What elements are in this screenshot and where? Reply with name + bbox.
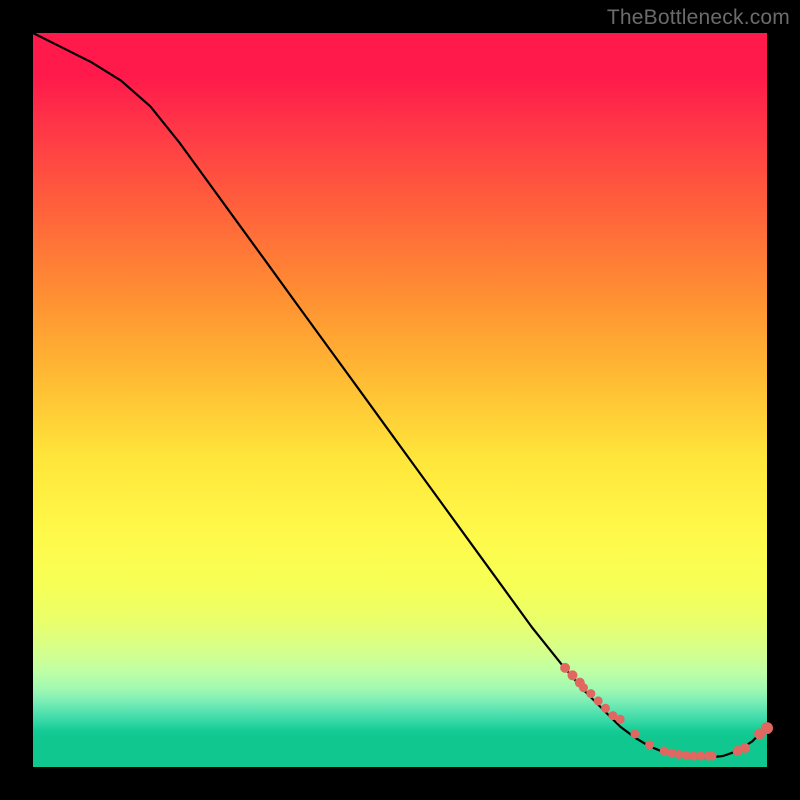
watermark-text: TheBottleneck.com — [607, 6, 790, 30]
dot — [630, 730, 639, 739]
plot-area — [33, 33, 767, 767]
chart-frame: TheBottleneck.com — [0, 0, 800, 800]
chart-svg — [33, 33, 767, 767]
dot — [708, 752, 717, 761]
dot — [740, 743, 750, 753]
dot — [616, 715, 625, 724]
dot — [560, 663, 570, 673]
highlight-dots — [560, 663, 773, 761]
dot — [594, 696, 603, 705]
dot — [601, 704, 610, 713]
bottleneck-curve — [33, 33, 767, 758]
dot — [579, 683, 588, 692]
dot — [761, 722, 773, 734]
dot — [645, 741, 654, 750]
dot — [568, 670, 578, 680]
dot — [586, 689, 595, 698]
